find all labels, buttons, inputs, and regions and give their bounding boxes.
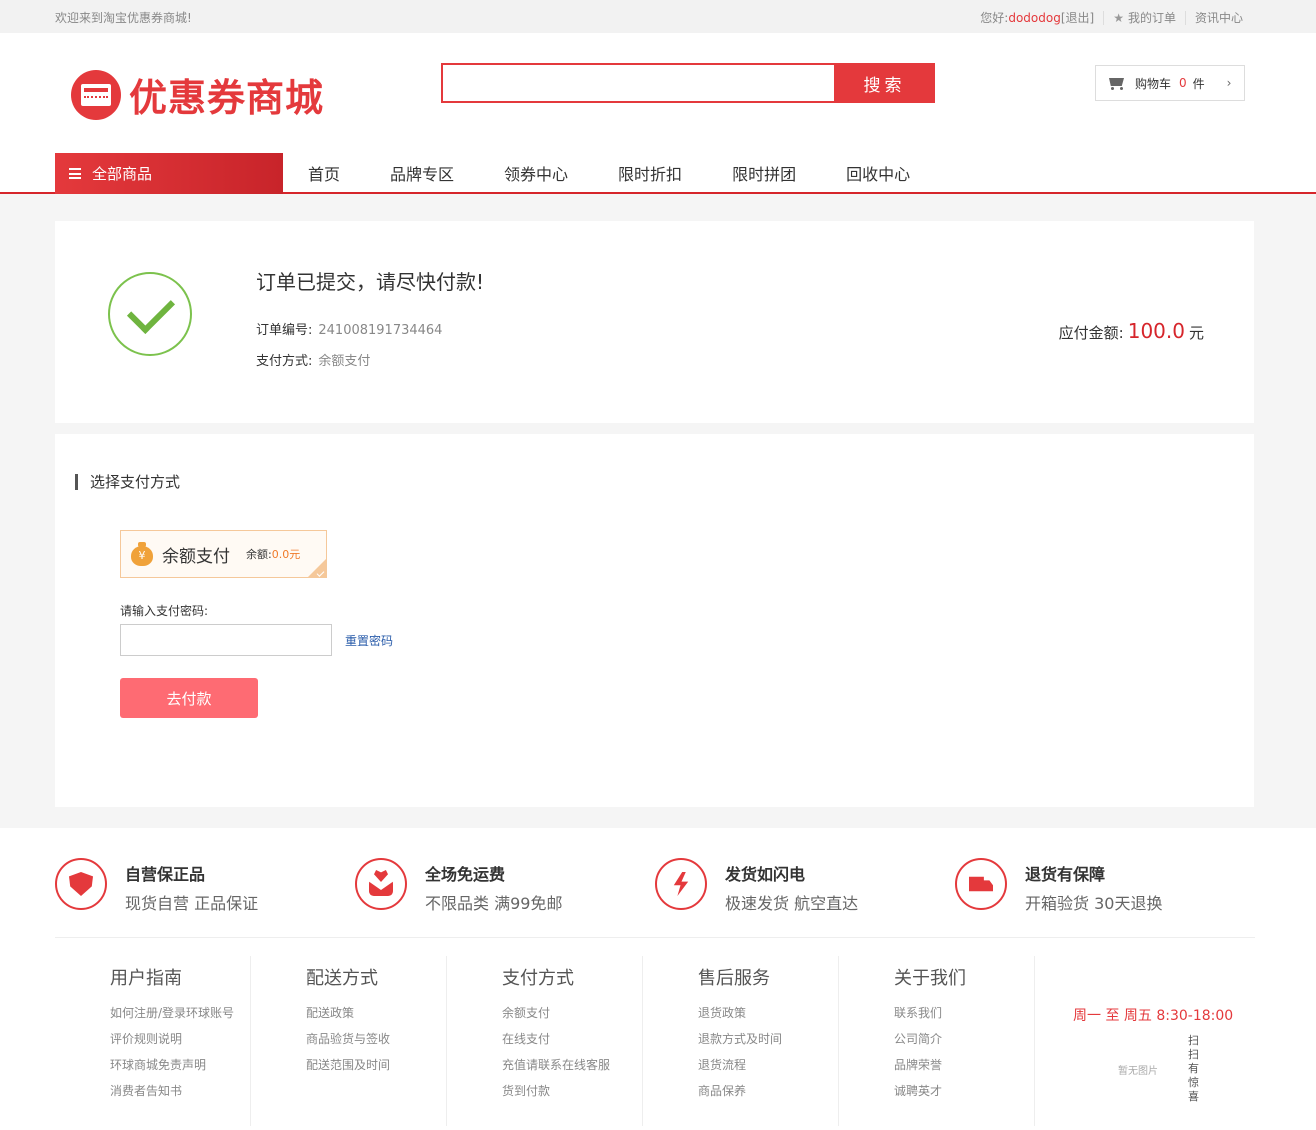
footer: 自营保正品 现货自营 正品保证 全场免运费 不限品类 满99免邮 发货如闪电 极速发货… — [0, 828, 1316, 1130]
logout-link[interactable]: [退出] — [1061, 9, 1094, 26]
footer-link-columns: 用户指南 如何注册/登录环球账号 评价规则说明 环球商城免责声明 消费者告知书 … — [55, 956, 1255, 1126]
greeting-label: 您好: — [980, 11, 1009, 25]
payment-method-row: 支付方式: 余额支付 — [256, 350, 370, 369]
footer-link[interactable]: 配送政策 — [306, 1004, 446, 1021]
search-input[interactable] — [441, 63, 834, 103]
footer-link[interactable]: 品牌荣誉 — [894, 1056, 1034, 1073]
news-center-link[interactable]: 资讯中心 — [1195, 9, 1243, 26]
cart-unit: 件 — [1192, 76, 1205, 91]
money-bag-icon: ¥ — [131, 542, 153, 566]
truck-icon — [955, 858, 1007, 910]
qr-code-placeholder: 暂无图片 — [1118, 1066, 1158, 1077]
footer-link[interactable]: 充值请联系在线客服 — [502, 1056, 642, 1073]
cart-label: 购物车 — [1135, 76, 1172, 91]
my-orders-link[interactable]: 我的订单 — [1128, 9, 1176, 26]
balance-pay-label: 余额支付 — [162, 546, 230, 567]
promise-item: 退货有保障 开箱验货 30天退换 — [955, 858, 1162, 914]
balance-info: 余额:0.0元 — [246, 548, 301, 561]
promise-item: 发货如闪电 极速发货 航空直达 — [655, 858, 858, 914]
nav-brand-zone[interactable]: 品牌专区 — [390, 161, 454, 185]
divider — [1184, 10, 1186, 25]
nav-group-buy[interactable]: 限时拼团 — [732, 161, 796, 185]
footer-link[interactable]: 货到付款 — [502, 1082, 642, 1099]
header: 优惠券商城 搜索 购物车 0 件 › 全部商品 首页 品牌专区 领券中心 限时折… — [0, 33, 1316, 194]
footer-link[interactable]: 商品保养 — [698, 1082, 838, 1099]
checkmark-success-icon — [108, 272, 192, 356]
service-promises: 自营保正品 现货自营 正品保证 全场免运费 不限品类 满99免邮 发货如闪电 极速发货… — [55, 858, 1255, 938]
logo-text: 优惠券商城 — [129, 76, 325, 120]
footer-link[interactable]: 退货流程 — [698, 1056, 838, 1073]
nav-links: 首页 品牌专区 领券中心 限时折扣 限时拼团 回收中心 — [283, 153, 910, 192]
top-bar: 欢迎来到淘宝优惠券商城! 您好: dododog [退出] ★ 我的订单 资讯中… — [0, 0, 1316, 33]
footer-link[interactable]: 配送范围及时间 — [306, 1056, 446, 1073]
search-button[interactable]: 搜索 — [834, 63, 935, 103]
promise-item: 自营保正品 现货自营 正品保证 — [55, 858, 258, 914]
star-icon: ★ — [1113, 10, 1124, 25]
pay-password-label: 请输入支付密码: — [120, 604, 209, 618]
all-products-menu[interactable]: 全部商品 — [55, 153, 283, 194]
footer-link[interactable]: 联系我们 — [894, 1004, 1034, 1021]
coupon-card-icon — [71, 69, 121, 120]
amount-due-value: 100.0 — [1127, 319, 1185, 343]
order-number-value: 241008191734464 — [318, 323, 443, 338]
site-logo[interactable]: 优惠券商城 — [71, 67, 324, 122]
top-user-links: 您好: dododog [退出] ★ 我的订单 资讯中心 — [980, 9, 1243, 26]
nav-flash-discount[interactable]: 限时折扣 — [618, 161, 682, 185]
footer-link[interactable]: 环球商城免责声明 — [110, 1056, 250, 1073]
section-title: 选择支付方式 — [75, 474, 180, 490]
footer-link[interactable]: 诚聘英才 — [894, 1082, 1034, 1099]
amount-due-unit: 元 — [1188, 324, 1204, 342]
footer-column-about-us: 关于我们 联系我们 公司简介 品牌荣誉 诚聘英才 — [839, 956, 1035, 1126]
scan-prompt: 扫扫有惊喜 — [1188, 1034, 1199, 1103]
promise-item: 全场免运费 不限品类 满99免邮 — [355, 858, 562, 914]
footer-link[interactable]: 商品验货与签收 — [306, 1030, 446, 1047]
nav-coupon-center[interactable]: 领券中心 — [504, 161, 568, 185]
username-link[interactable]: dododog — [1008, 11, 1061, 25]
payment-panel: 选择支付方式 ¥ 余额支付 余额:0.0元 请输入支付密码: 重置密码 去付款 — [55, 434, 1254, 807]
search-bar: 搜索 — [441, 63, 935, 103]
footer-link[interactable]: 消费者告知书 — [110, 1082, 250, 1099]
footer-column-user-guide: 用户指南 如何注册/登录环球账号 评价规则说明 环球商城免责声明 消费者告知书 — [55, 956, 251, 1126]
amount-due: 应付金额: 100.0 元 — [1059, 319, 1204, 343]
order-submitted-title: 订单已提交，请尽快付款! — [256, 270, 485, 294]
cart-count: 0 — [1179, 76, 1187, 90]
service-hours: 周一 至 周五 8:30-18:00 — [1073, 1008, 1234, 1024]
amount-due-label: 应付金额: — [1058, 324, 1124, 342]
all-products-label: 全部商品 — [92, 165, 153, 183]
order-summary-panel: 订单已提交，请尽快付款! 订单编号: 241008191734464 支付方式: 余… — [55, 221, 1254, 423]
shield-icon — [55, 858, 107, 910]
footer-link[interactable]: 余额支付 — [502, 1004, 642, 1021]
balance-value: 0.0元 — [271, 548, 301, 561]
footer-column-after-sales: 售后服务 退货政策 退款方式及时间 退货流程 商品保养 — [643, 956, 839, 1126]
footer-link[interactable]: 如何注册/登录环球账号 — [110, 1004, 250, 1021]
nav-home[interactable]: 首页 — [308, 161, 340, 185]
welcome-text: 欢迎来到淘宝优惠券商城! — [55, 11, 192, 25]
footer-link[interactable]: 退款方式及时间 — [698, 1030, 838, 1047]
divider — [1103, 10, 1105, 25]
cart-button[interactable]: 购物车 0 件 › — [1095, 65, 1245, 101]
footer-link[interactable]: 评价规则说明 — [110, 1030, 250, 1047]
pay-now-button[interactable]: 去付款 — [120, 678, 258, 718]
pay-password-input[interactable] — [120, 624, 332, 656]
footer-link[interactable]: 公司简介 — [894, 1030, 1034, 1047]
shopping-cart-icon — [1107, 76, 1125, 90]
order-number-row: 订单编号: 241008191734464 — [256, 319, 442, 338]
footer-column-payment: 支付方式 余额支付 在线支付 充值请联系在线客服 货到付款 — [447, 956, 643, 1126]
order-number-label: 订单编号: — [256, 323, 313, 338]
reset-password-link[interactable]: 重置密码 — [345, 632, 393, 649]
balance-pay-option[interactable]: ¥ 余额支付 余额:0.0元 — [120, 530, 327, 578]
payment-method-label: 支付方式: — [256, 354, 313, 369]
footer-link[interactable]: 在线支付 — [502, 1030, 642, 1047]
footer-column-delivery: 配送方式 配送政策 商品验货与签收 配送范围及时间 — [251, 956, 447, 1126]
footer-link[interactable]: 退货政策 — [698, 1004, 838, 1021]
nav-recycle-center[interactable]: 回收中心 — [846, 161, 910, 185]
heart-hand-icon — [355, 858, 407, 910]
lightning-icon — [655, 858, 707, 910]
payment-method-value: 余额支付 — [318, 354, 371, 369]
chevron-right-icon: › — [1226, 76, 1232, 90]
main-nav: 全部商品 首页 品牌专区 领券中心 限时折扣 限时拼团 回收中心 — [0, 153, 1316, 194]
menu-icon — [69, 168, 81, 179]
